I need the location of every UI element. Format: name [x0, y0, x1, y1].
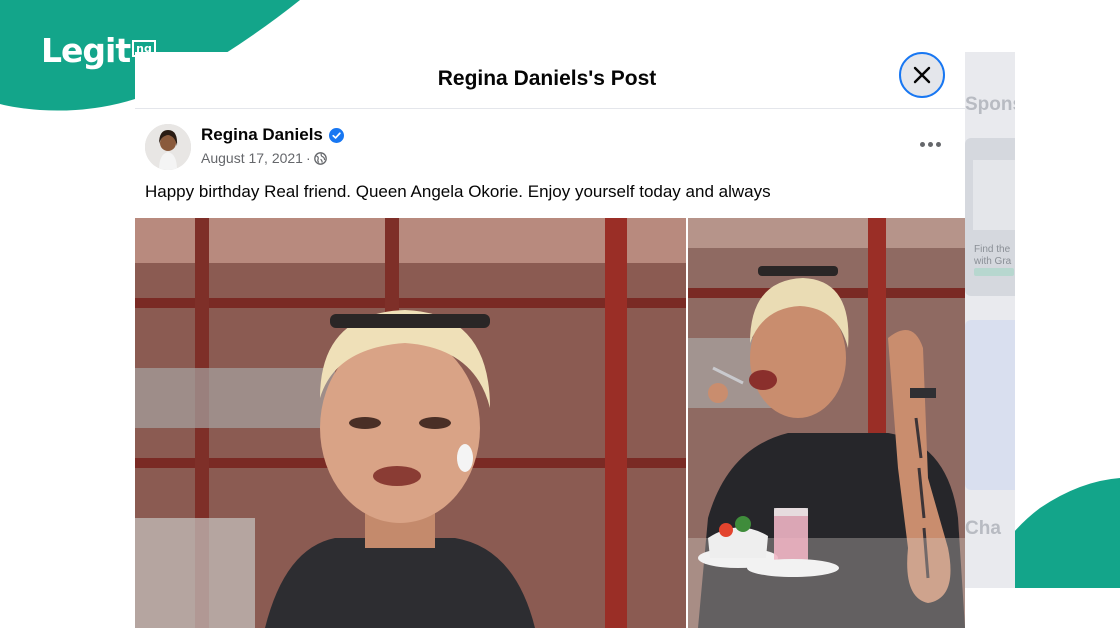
avatar[interactable]	[145, 124, 191, 170]
post-modal: Regina Daniels's Post Regina Daniels Aug…	[135, 52, 965, 628]
close-icon	[913, 66, 931, 84]
avatar-image	[145, 124, 191, 170]
sponsored-heading: Spons	[965, 94, 1015, 115]
ad-text-line2: with Gra	[974, 256, 1012, 267]
verified-badge-icon	[328, 127, 344, 143]
more-icon-dot	[935, 141, 941, 147]
sponsored-ad-card[interactable]: Find the with Gra	[965, 138, 1015, 296]
post-meta: August 17, 2021 ·	[201, 149, 327, 167]
right-sidebar: Spons Find the with Gra Cha	[965, 52, 1015, 588]
globe-icon	[313, 151, 327, 165]
more-icon-dot	[927, 141, 933, 147]
ad-link-bar	[974, 268, 1014, 276]
post-photo-1[interactable]	[135, 218, 686, 628]
ad-image	[973, 160, 1015, 230]
modal-title: Regina Daniels's Post	[437, 67, 657, 90]
modal-header: Regina Daniels's Post	[135, 52, 965, 109]
meta-separator: ·	[305, 150, 311, 166]
author-name[interactable]: Regina Daniels	[201, 124, 323, 146]
post-photo-2[interactable]	[688, 218, 965, 628]
logo-wordmark: Legit	[41, 31, 131, 70]
post-caption: Happy birthday Real friend. Queen Angela…	[145, 182, 771, 201]
close-button[interactable]	[899, 52, 945, 98]
author-row: Regina Daniels	[201, 124, 344, 146]
more-options-button[interactable]	[915, 134, 945, 154]
photo-1-image	[135, 218, 686, 628]
photo-2-image	[688, 218, 965, 628]
more-icon-dot	[919, 141, 925, 147]
chats-heading: Cha	[965, 518, 1001, 539]
ad-text-line1: Find the	[974, 244, 1011, 255]
sponsored-ad-card-2[interactable]	[965, 320, 1015, 490]
post-date[interactable]: August 17, 2021	[201, 149, 303, 167]
ad-text: Find the with Gra	[974, 244, 1011, 268]
